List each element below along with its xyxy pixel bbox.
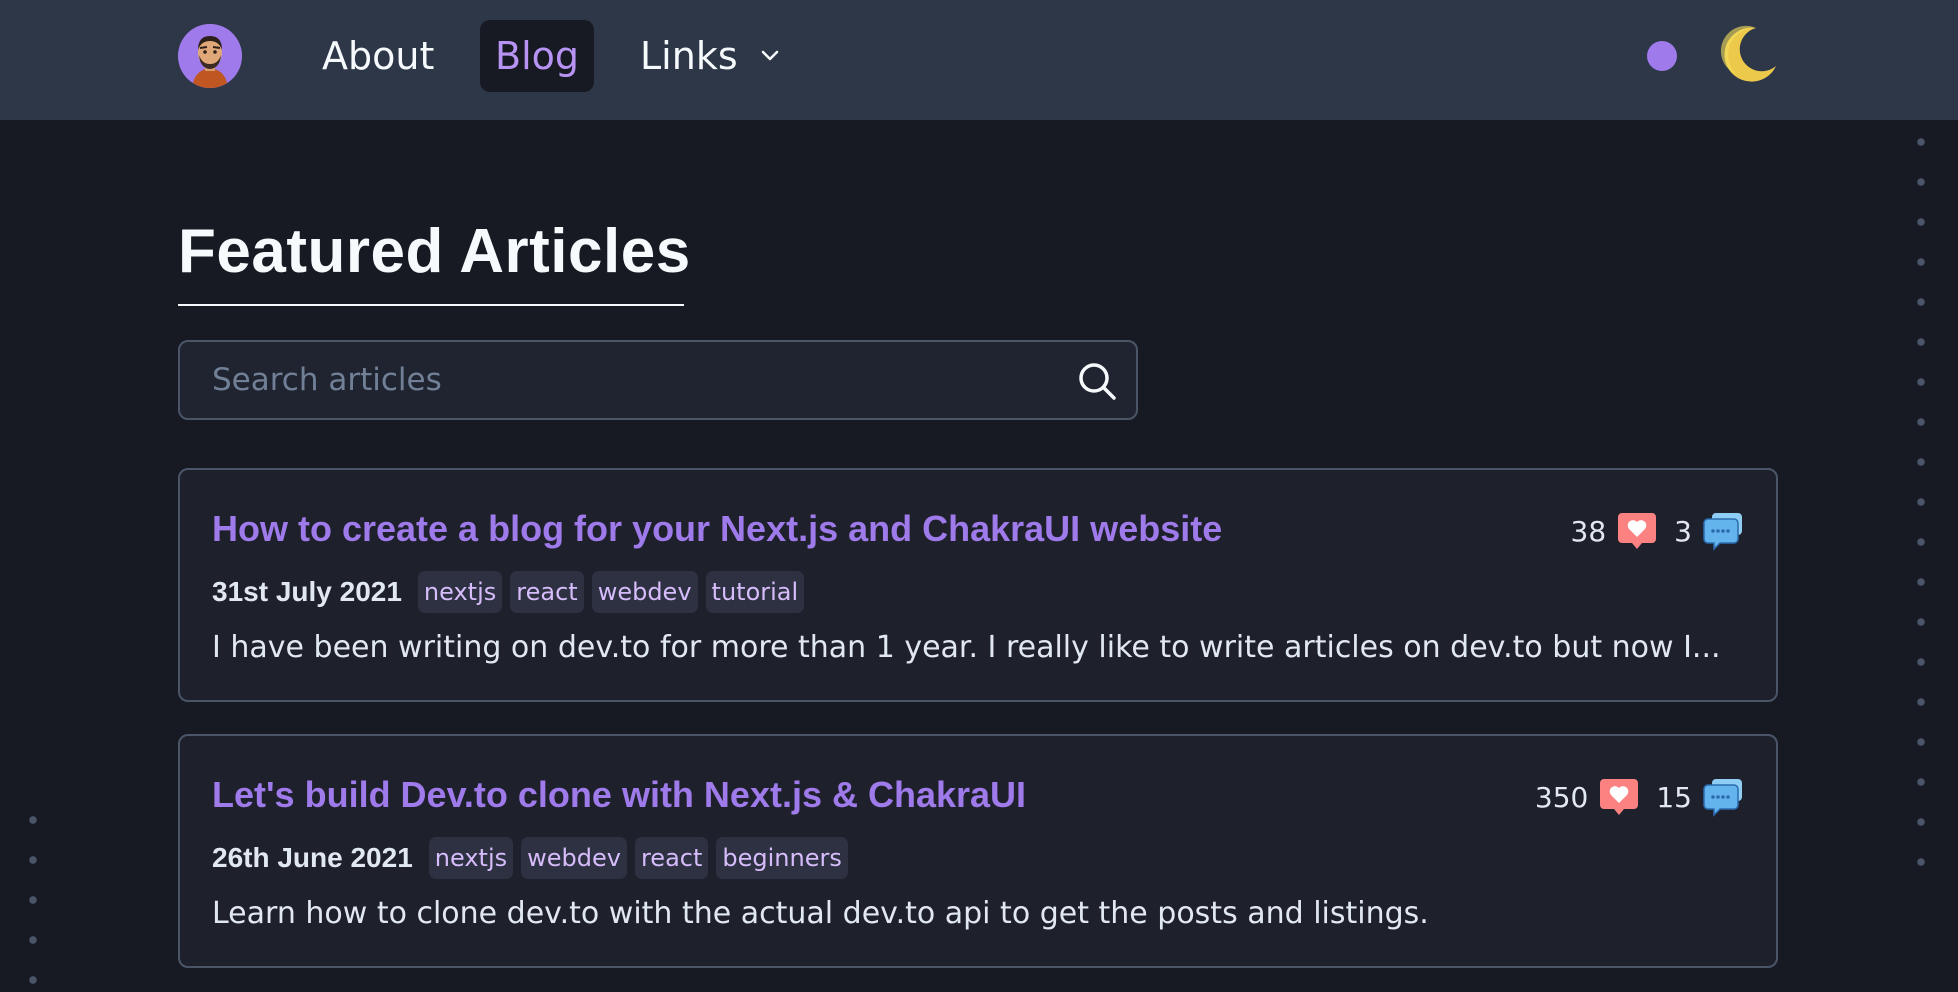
tag[interactable]: beginners xyxy=(716,837,848,879)
article-title[interactable]: How to create a blog for your Next.js an… xyxy=(212,508,1222,550)
tag[interactable]: react xyxy=(510,571,584,613)
article-meta: 26th June 2021 nextjs webdev react begin… xyxy=(212,836,856,880)
tag[interactable]: webdev xyxy=(521,837,627,879)
search-box xyxy=(178,340,1138,420)
article-meta: 31st July 2021 nextjs react webdev tutor… xyxy=(212,570,812,614)
theme-toggle-button[interactable] xyxy=(1716,22,1780,86)
article-card[interactable]: Let's build Dev.to clone with Next.js & … xyxy=(178,734,1778,968)
accent-color-button[interactable] xyxy=(1647,41,1677,71)
article-title[interactable]: Let's build Dev.to clone with Next.js & … xyxy=(212,774,1026,816)
chevron-down-icon xyxy=(760,50,780,62)
like-count: 350 xyxy=(1534,780,1589,814)
title-underline xyxy=(178,304,684,306)
nav-about-link[interactable]: About xyxy=(306,20,450,92)
like-count: 38 xyxy=(1570,514,1607,548)
tag[interactable]: nextjs xyxy=(417,571,503,613)
memoji-avatar-icon xyxy=(178,24,242,88)
tag[interactable]: tutorial xyxy=(705,571,805,613)
comment-icon xyxy=(1702,777,1744,817)
nav-links-menu[interactable]: Links xyxy=(630,20,790,92)
moon-icon xyxy=(1720,25,1776,82)
article-stats: 38 3 xyxy=(1571,510,1744,552)
top-navbar: About Blog Links xyxy=(0,0,1958,120)
article-description: Learn how to clone dev.to with the actua… xyxy=(212,896,1429,931)
article-card[interactable]: How to create a blog for your Next.js an… xyxy=(178,468,1778,702)
article-date: 31st July 2021 xyxy=(212,576,402,607)
article-date: 26th June 2021 xyxy=(212,842,413,873)
page: About Blog Links Featured Articles How t… xyxy=(0,0,1958,992)
heart-icon xyxy=(1598,777,1640,817)
heart-icon xyxy=(1616,511,1658,551)
decorative-dots xyxy=(1917,122,1925,882)
search-icon[interactable] xyxy=(1076,360,1118,402)
tag[interactable]: react xyxy=(634,837,709,879)
tag[interactable]: webdev xyxy=(591,571,698,613)
article-description: I have been writing on dev.to for more t… xyxy=(212,630,1721,665)
comment-count: 3 xyxy=(1674,514,1692,548)
avatar[interactable] xyxy=(178,24,242,88)
search-input[interactable] xyxy=(212,342,1032,418)
nav-links-label: Links xyxy=(640,34,738,78)
decorative-dots xyxy=(28,800,38,992)
page-title: Featured Articles xyxy=(178,217,691,286)
comment-icon xyxy=(1702,511,1744,551)
tag[interactable]: nextjs xyxy=(428,837,514,879)
comment-count: 15 xyxy=(1656,780,1692,814)
article-stats: 350 15 xyxy=(1535,776,1744,818)
nav-blog-link[interactable]: Blog xyxy=(480,20,594,92)
